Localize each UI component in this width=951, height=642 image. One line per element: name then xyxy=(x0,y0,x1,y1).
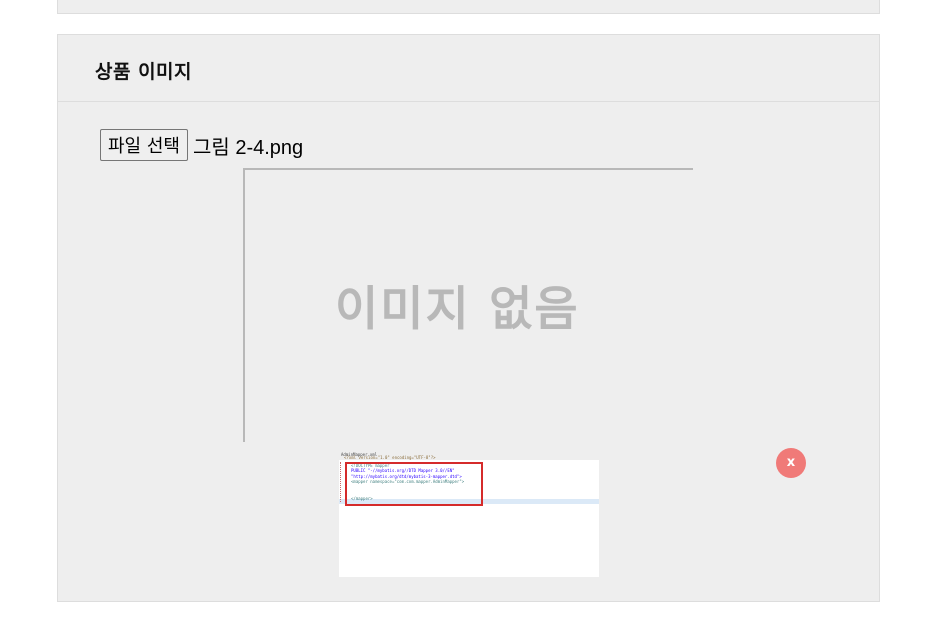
panel-header: 상품 이미지 xyxy=(58,35,879,102)
uploaded-image-thumbnail: AdminMapper.xml <?xml version="1.0" enco… xyxy=(339,450,599,577)
choose-file-button[interactable]: 파일 선택 xyxy=(100,129,188,161)
section-title: 상품 이미지 xyxy=(95,61,193,83)
file-input[interactable]: 파일 선택 그림 2-4.png xyxy=(100,129,303,161)
selected-file-name: 그림 2-4.png xyxy=(192,136,304,159)
thumbnail-highlight-box xyxy=(345,462,483,506)
thumbnail-gutter xyxy=(340,462,344,502)
image-preview-placeholder: 이미지 없음 xyxy=(243,168,693,442)
product-image-panel: 상품 이미지 파일 선택 그림 2-4.png 이미지 없음 AdminMapp… xyxy=(57,34,880,602)
previous-panel xyxy=(57,0,880,14)
no-image-text: 이미지 없음 xyxy=(335,282,580,337)
remove-image-button[interactable]: x xyxy=(776,448,806,478)
thumbnail-code-line: <?xml version="1.0" encoding="UTF-8"?> xyxy=(344,455,436,460)
